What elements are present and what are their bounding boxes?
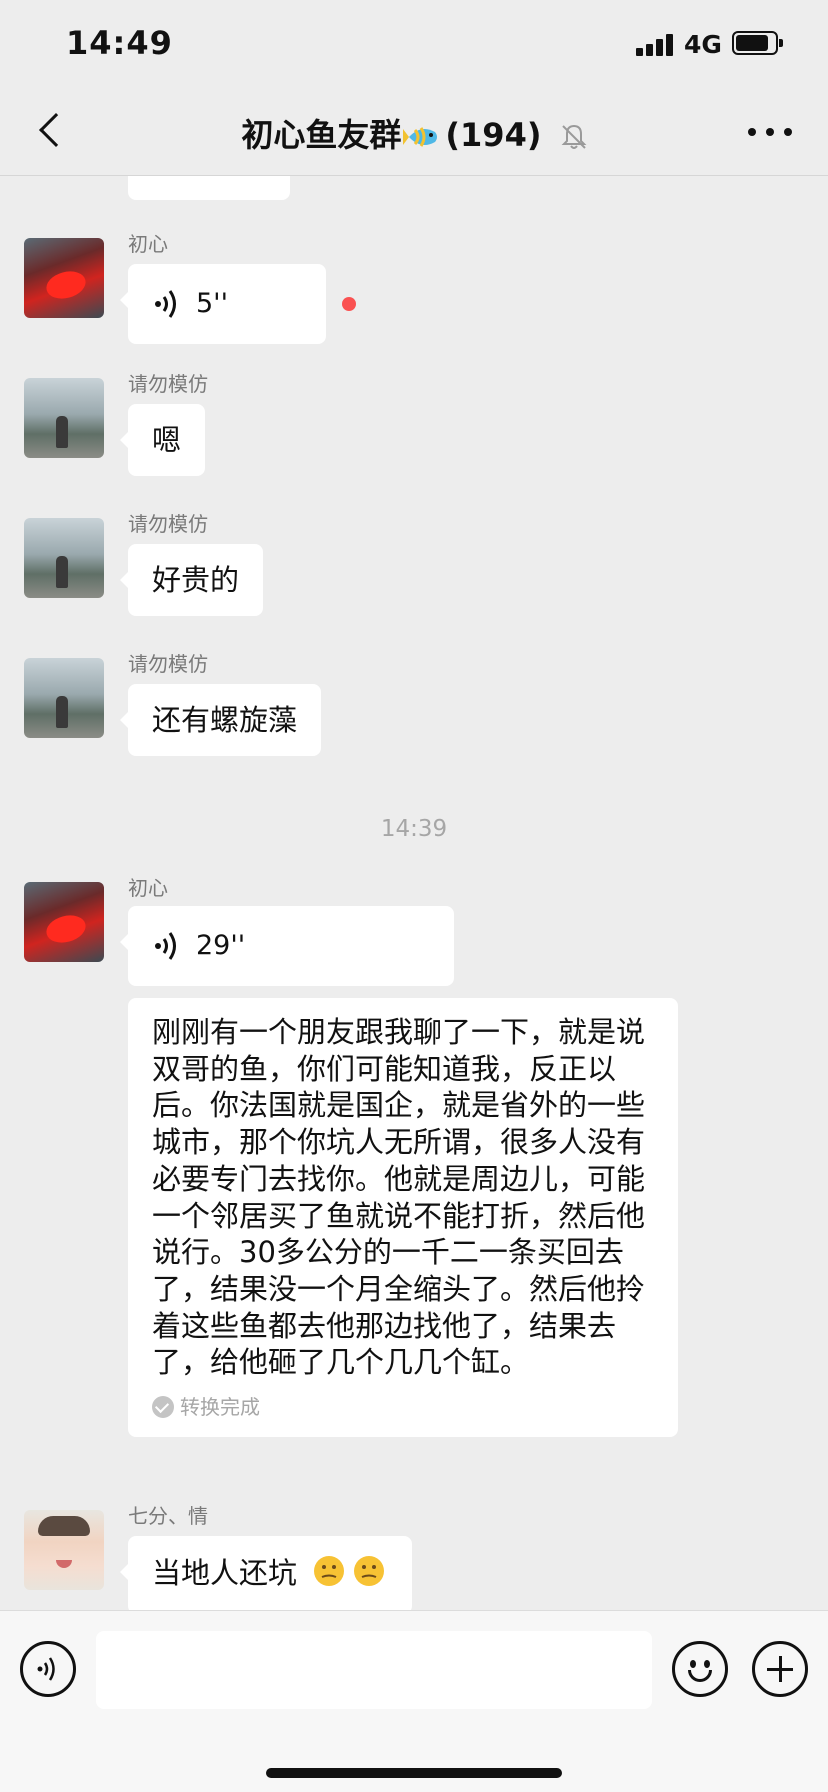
text-message-bubble[interactable]: 嗯 <box>119 404 206 476</box>
text-message-bubble[interactable]: 当地人还坑 <box>119 1536 413 1610</box>
text-message-bubble[interactable]: 还有螺旋藻 <box>119 684 322 756</box>
sender-name: 请勿模仿 <box>128 372 208 396</box>
message-text: 当地人还坑 <box>152 1556 298 1590</box>
sender-name: 请勿模仿 <box>128 512 208 536</box>
voice-wave-icon <box>155 290 176 318</box>
member-count: (194) <box>445 116 542 154</box>
home-indicator <box>266 1768 562 1778</box>
avatar[interactable] <box>24 238 104 318</box>
avatar[interactable] <box>24 1510 104 1590</box>
voice-toggle-icon <box>37 1657 55 1681</box>
chat-title: 初心鱼友群 (194) <box>0 110 828 156</box>
unread-dot <box>342 297 356 311</box>
fish-emoji-icon <box>403 127 438 147</box>
voice-transcript-bubble[interactable]: 刚刚有一个朋友跟我聊了一下，就是说双哥的鱼，你们可能知道我，反正以后。你法国就是… <box>128 998 678 1438</box>
sender-name: 七分、情 <box>128 1504 208 1528</box>
input-bar <box>0 1610 828 1792</box>
message-bubble-partial <box>128 176 290 200</box>
more-options-button[interactable] <box>748 120 792 144</box>
emoji-button[interactable] <box>672 1641 728 1697</box>
sender-name: 初心 <box>128 876 168 900</box>
avatar[interactable] <box>24 518 104 598</box>
chat-area[interactable]: 初心 5'' 请勿模仿 嗯 请勿模仿 好贵的 请勿模仿 还有螺旋藻 14:39 … <box>0 176 828 1610</box>
network-label: 4G <box>684 30 722 59</box>
text-message-bubble[interactable]: 好贵的 <box>119 544 264 616</box>
message-input[interactable] <box>96 1631 652 1709</box>
sender-name: 请勿模仿 <box>128 652 208 676</box>
transcript-status-label: 转换完成 <box>180 1395 260 1420</box>
mute-icon <box>561 124 587 149</box>
voice-message-bubble[interactable]: 29'' <box>120 906 454 986</box>
nav-bar: 初心鱼友群 (194) <box>0 90 828 176</box>
voice-wave-icon <box>155 932 176 960</box>
signal-icon <box>636 34 674 56</box>
status-time: 14:49 <box>66 24 173 62</box>
thinking-emoji-icon <box>312 1554 388 1596</box>
battery-icon <box>732 31 783 55</box>
avatar[interactable] <box>24 882 104 962</box>
sender-name: 初心 <box>128 232 168 256</box>
voice-message-bubble[interactable]: 5'' <box>120 264 326 344</box>
voice-duration: 29'' <box>196 930 246 961</box>
plus-button[interactable] <box>752 1641 808 1697</box>
avatar[interactable] <box>24 378 104 458</box>
group-name: 初心鱼友群 <box>241 116 402 154</box>
voice-duration: 5'' <box>196 288 229 319</box>
avatar[interactable] <box>24 658 104 738</box>
status-bar: 14:49 4G <box>0 0 828 90</box>
voice-transcript-text: 刚刚有一个朋友跟我聊了一下，就是说双哥的鱼，你们可能知道我，反正以后。你法国就是… <box>152 1015 646 1380</box>
time-divider: 14:39 <box>380 816 448 842</box>
check-circle-icon <box>152 1395 174 1418</box>
transcript-status: 转换完成 <box>152 1393 652 1421</box>
voice-toggle-button[interactable] <box>20 1641 76 1697</box>
